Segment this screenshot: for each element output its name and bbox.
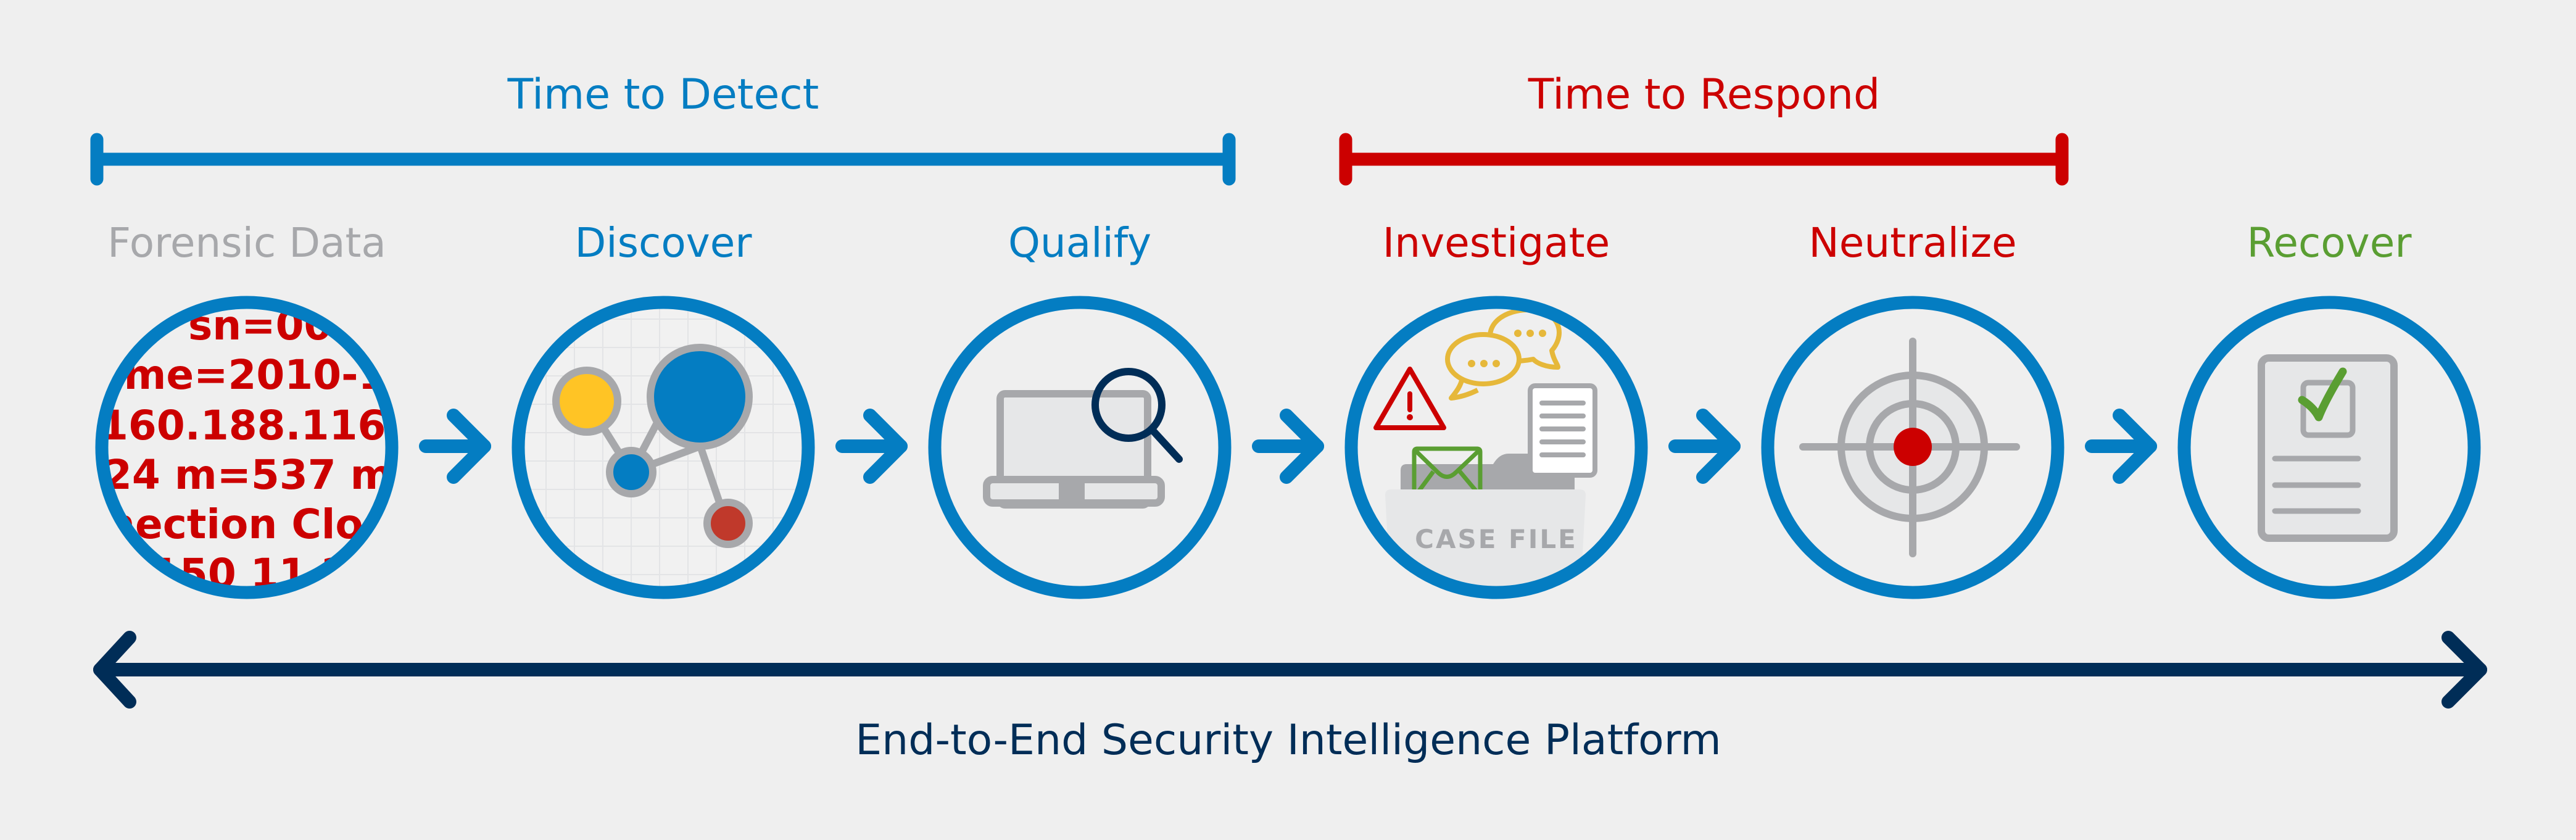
step-label-investigate: Investigate — [1383, 219, 1610, 267]
document-icon — [1528, 383, 1597, 478]
phase-respond-label: Time to Respond — [1528, 70, 1880, 119]
step-label-forensic-data: Forensic Data — [107, 219, 386, 267]
small-blue-node — [606, 447, 656, 497]
yellow-node — [552, 367, 621, 436]
bullseye — [1894, 428, 1932, 466]
step-discover — [511, 296, 815, 599]
red-node — [703, 499, 753, 548]
large-blue-node — [647, 344, 753, 450]
step-label-recover: Recover — [2247, 219, 2412, 267]
step-label-qualify: Qualify — [1008, 219, 1151, 267]
step-label-neutralize: Neutralize — [1808, 219, 2016, 267]
case-file-label: CASE FILE — [1415, 524, 1578, 554]
checklist-icon — [2258, 354, 2398, 542]
step-label-discover: Discover — [574, 219, 752, 267]
phase-detect-label: Time to Detect — [507, 70, 819, 119]
step-recover — [2177, 296, 2481, 599]
platform-label: End-to-End Security Intelligence Platfor… — [855, 716, 1721, 765]
security-lifecycle-diagram: Time to Detect Time to Respond Forensic … — [0, 0, 2576, 840]
log-line: 24 m=537 ms — [104, 451, 417, 499]
step-neutralize — [1761, 296, 2065, 599]
step-qualify — [928, 296, 1232, 599]
log-line: nection Clos — [106, 501, 387, 548]
